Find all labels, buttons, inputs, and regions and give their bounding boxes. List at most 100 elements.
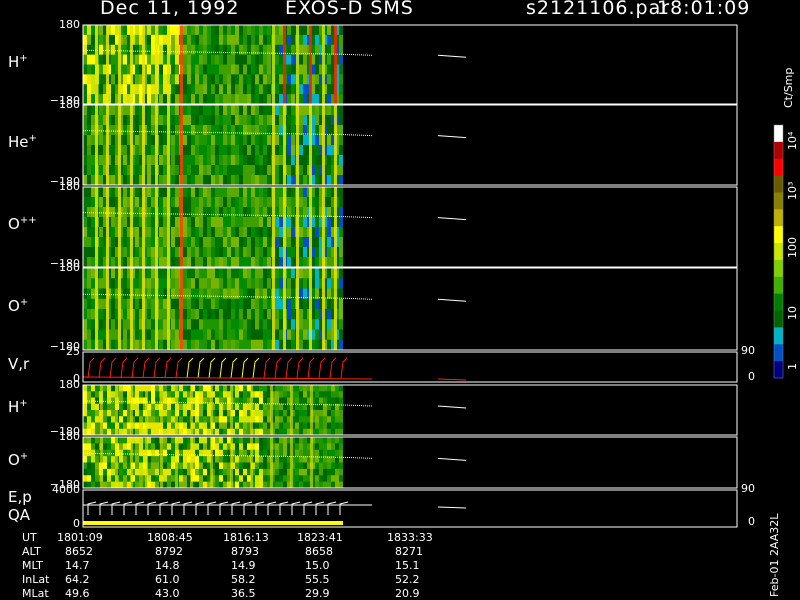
heatmap-cell: [219, 385, 223, 392]
colorbar-segment: [774, 209, 783, 227]
heatmap-cell: [327, 54, 331, 65]
heatmap-cell: [171, 449, 175, 457]
heatmap-cell: [171, 468, 175, 476]
heatmap-cell: [239, 105, 243, 116]
colorbar-segment: [774, 344, 783, 362]
heatmap-cell: [319, 449, 323, 457]
heatmap-cell: [163, 145, 167, 156]
heatmap-cell: [123, 165, 127, 176]
heatmap-cell: [331, 410, 335, 417]
spin-stripe: [167, 25, 170, 104]
heatmap-cell: [243, 217, 247, 228]
heatmap-cell: [183, 74, 187, 85]
heatmap-cell: [323, 449, 327, 457]
heatmap-cell: [83, 339, 87, 351]
heatmap-cell: [207, 135, 211, 146]
heatmap-cell: [235, 197, 239, 208]
heatmap-cell: [135, 257, 139, 268]
heatmap-cell: [155, 443, 159, 451]
heatmap-cell: [203, 125, 207, 136]
heatmap-cell: [147, 74, 151, 85]
heatmap-cell: [243, 74, 247, 85]
heatmap-cell: [275, 64, 279, 75]
heatmap-cell: [275, 481, 279, 489]
heatmap-cell: [243, 339, 247, 351]
heatmap-cell: [279, 257, 283, 268]
heatmap-cell: [211, 145, 215, 156]
panel-label: V,r: [8, 355, 29, 373]
heatmap-cell: [147, 125, 151, 136]
heatmap-cell: [187, 25, 191, 36]
heatmap-cell: [267, 34, 271, 46]
heatmap-cell: [255, 416, 259, 423]
spin-stripe: [95, 268, 98, 350]
spin-stripe: [142, 25, 145, 104]
heatmap-cell: [87, 105, 91, 116]
spin-stripe: [230, 437, 233, 488]
heatmap-cell: [123, 175, 127, 186]
heatmap-cell: [291, 105, 295, 116]
heatmap-cell: [251, 165, 255, 176]
heatmap-cell: [235, 74, 239, 85]
heatmap-cell: [135, 475, 139, 483]
footer-row-label: UT: [22, 531, 37, 544]
heatmap-cell: [83, 217, 87, 228]
heatmap-cell: [227, 145, 231, 156]
heatmap-cell: [279, 268, 283, 279]
heatmap-cell: [111, 207, 115, 218]
heatmap-cell: [207, 25, 211, 36]
heatmap-cell: [327, 145, 331, 156]
heatmap-cell: [299, 268, 303, 279]
heatmap-cell: [255, 456, 259, 463]
heatmap-cell: [227, 54, 231, 65]
heatmap-cell: [223, 481, 227, 489]
heatmap-cell: [171, 319, 175, 330]
heatmap-cell: [211, 165, 215, 176]
heatmap-cell: [83, 268, 87, 279]
heatmap-cell: [191, 34, 195, 46]
heatmap-cell: [215, 84, 219, 95]
heatmap-cell: [331, 449, 335, 457]
heatmap-cell: [119, 437, 123, 444]
heatmap-cell: [231, 319, 235, 330]
heatmap-cell: [339, 339, 343, 351]
heatmap-cell: [171, 443, 175, 451]
heatmap-cell: [219, 237, 223, 248]
heatmap-cell: [263, 155, 267, 166]
heatmap-cell: [99, 237, 103, 248]
heatmap-cell: [135, 481, 139, 489]
heatmap-cell: [259, 34, 263, 46]
heatmap-cell: [339, 268, 343, 279]
heatmap-cell: [287, 84, 291, 95]
heatmap-cell: [159, 187, 163, 198]
heatmap-cell: [327, 475, 331, 483]
heatmap-cell: [339, 64, 343, 75]
heatmap-cell: [247, 288, 251, 300]
heatmap-cell: [247, 175, 251, 186]
vr-spike: [329, 357, 337, 379]
heatmap-cell: [135, 443, 139, 451]
heatmap-cell: [255, 94, 259, 105]
heatmap-cell: [255, 278, 259, 289]
heatmap-cell: [207, 309, 211, 320]
heatmap-cell: [199, 309, 203, 320]
heatmap-cell: [119, 449, 123, 457]
heatmap-cell: [275, 428, 279, 436]
heatmap-cell: [267, 288, 271, 300]
heatmap-cell: [315, 385, 319, 392]
heatmap-cell: [95, 443, 99, 451]
heatmap-cell: [251, 237, 255, 248]
heatmap-cell: [303, 410, 307, 417]
heatmap-cell: [147, 217, 151, 228]
heatmap-cell: [151, 135, 155, 146]
heatmap-cell: [123, 34, 127, 46]
heatmap-cell: [259, 54, 263, 65]
footer-cell: 64.2: [65, 573, 90, 586]
heatmap-cell: [287, 54, 291, 65]
heatmap-cell: [263, 175, 267, 186]
heatmap-cell: [175, 187, 179, 198]
heatmap-cell: [315, 443, 319, 451]
heatmap-cell: [223, 385, 227, 392]
heatmap-cell: [191, 64, 195, 75]
heatmap-cell: [275, 268, 279, 279]
